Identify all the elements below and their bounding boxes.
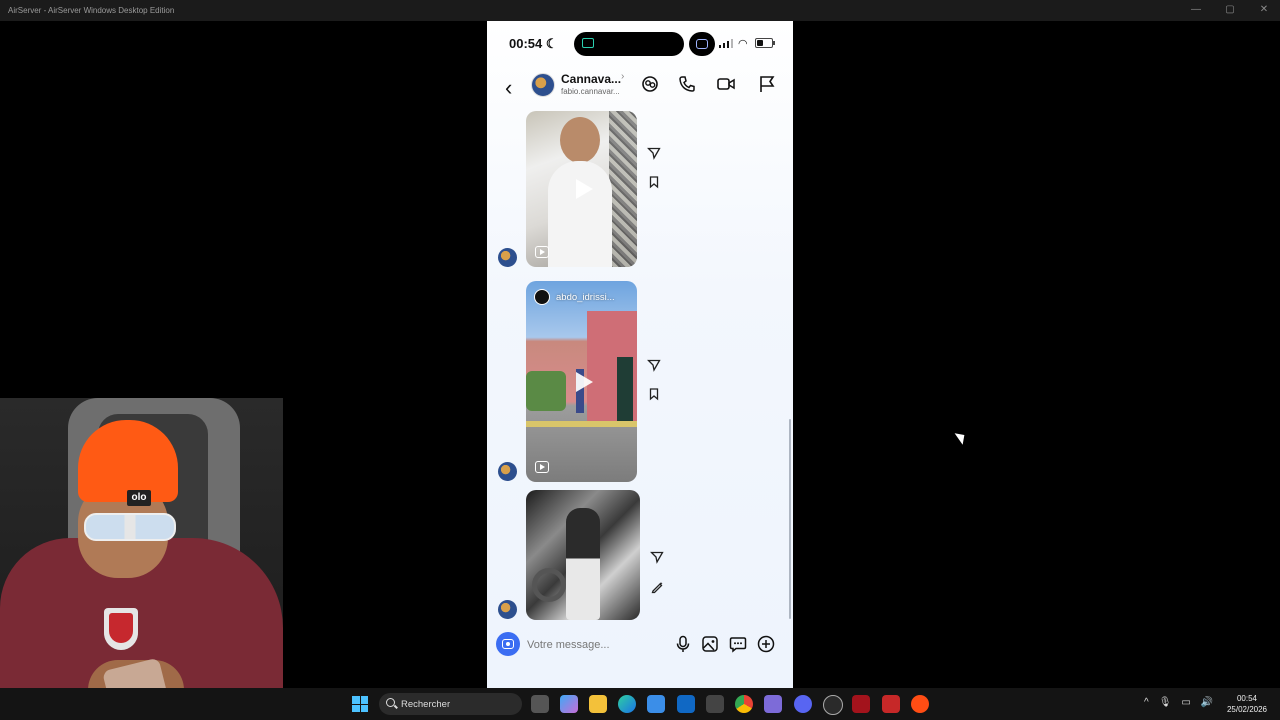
windows-start-icon[interactable]	[352, 696, 368, 712]
volume-icon[interactable]: 🔊	[1201, 697, 1213, 708]
system-tray: ^ 🎙 ▭ 🔊	[1144, 697, 1213, 708]
flag-icon[interactable]	[757, 74, 777, 94]
club-badge	[104, 608, 138, 650]
reel-thumbnail[interactable]	[526, 111, 637, 267]
outlook-icon[interactable]	[677, 695, 695, 713]
plus-icon[interactable]	[756, 634, 776, 654]
taskbar-clock[interactable]: 00:54 25/02/2026	[1222, 693, 1272, 715]
curb	[526, 421, 637, 427]
window-controls: — ▢ ✕	[1190, 4, 1270, 15]
microphone-icon[interactable]	[673, 634, 693, 654]
person-shirt	[548, 161, 612, 267]
avatar[interactable]	[531, 73, 555, 97]
airplay-icon	[582, 38, 594, 48]
chrome-icon[interactable]	[735, 695, 753, 713]
share-icon[interactable]	[647, 146, 661, 160]
window-titlebar: AirServer - AirServer Windows Desktop Ed…	[0, 0, 1280, 21]
person-head	[560, 117, 600, 163]
dynamic-island[interactable]	[574, 32, 684, 56]
scrollbar[interactable]	[789, 419, 791, 619]
taskbar-search[interactable]: Rechercher	[379, 693, 522, 715]
sticker-icon[interactable]	[640, 74, 660, 94]
play-icon[interactable]	[575, 179, 593, 199]
sender-avatar[interactable]	[498, 600, 517, 619]
person	[566, 508, 600, 620]
task-view-icon[interactable]	[531, 695, 549, 713]
play-icon[interactable]	[575, 371, 593, 392]
media-icon[interactable]	[706, 695, 724, 713]
minimize-button[interactable]: —	[1190, 4, 1202, 15]
share-icon[interactable]	[647, 358, 661, 372]
gallery-icon[interactable]	[700, 634, 720, 654]
chevron-left-icon[interactable]: ‹	[505, 76, 512, 100]
save-icon[interactable]	[647, 175, 661, 189]
webcam-overlay: olo	[0, 398, 283, 720]
taskbar: Rechercher ^ 🎙 ▭ 🔊 00:54 25/02/2026	[0, 688, 1280, 720]
save-icon[interactable]	[647, 387, 661, 401]
discord-icon[interactable]	[794, 695, 812, 713]
edit-icon[interactable]	[650, 580, 664, 594]
contact-username[interactable]: fabio.cannavar...	[561, 87, 620, 96]
plant	[526, 371, 566, 411]
ea-icon[interactable]	[911, 695, 929, 713]
search-label: Rechercher	[401, 699, 451, 710]
game-launcher-icon[interactable]	[882, 695, 900, 713]
sunglasses	[84, 513, 176, 541]
chevron-right-icon: ›	[621, 71, 625, 82]
reel-author[interactable]: abdo_idrissi...	[534, 289, 615, 305]
chat-header: ‹ Cannava... › fabio.cannavar...	[487, 69, 793, 109]
window-title: AirServer - AirServer Windows Desktop Ed…	[8, 6, 175, 15]
taskbar-date: 25/02/2026	[1226, 705, 1268, 714]
reel-icon	[535, 246, 549, 258]
background	[609, 111, 637, 267]
share-icon[interactable]	[650, 550, 664, 564]
message-input[interactable]	[525, 634, 669, 656]
screen-mirroring-icon[interactable]	[689, 32, 715, 56]
sender-avatar[interactable]	[498, 462, 517, 481]
edge-icon[interactable]	[618, 695, 636, 713]
taskbar-time: 00:54	[1236, 694, 1258, 703]
photo-thumbnail[interactable]	[526, 490, 640, 620]
search-icon	[386, 698, 395, 707]
phone-icon[interactable]	[677, 74, 697, 94]
wheel	[532, 568, 566, 602]
phone-screen: 00:54 ☾ ◠ ‹ Cannava... › fabio.cannavar.…	[487, 21, 793, 688]
status-bar: 00:54 ☾ ◠	[487, 21, 793, 67]
camera-icon[interactable]	[496, 632, 520, 656]
reel-icon	[535, 461, 549, 473]
acrobat-icon[interactable]	[852, 695, 870, 713]
battery-icon	[755, 38, 775, 48]
reel-thumbnail[interactable]: abdo_idrissi...	[526, 281, 637, 482]
obs-icon[interactable]	[823, 695, 843, 715]
mouse-cursor	[954, 429, 969, 445]
network-icon[interactable]: ▭	[1181, 697, 1190, 708]
chevron-up-icon[interactable]: ^	[1144, 697, 1149, 708]
contact-name[interactable]: Cannava...	[561, 72, 621, 86]
store-icon[interactable]	[647, 695, 665, 713]
maximize-button[interactable]: ▢	[1224, 4, 1236, 15]
sticker-chat-icon[interactable]	[728, 634, 748, 654]
reel-author-name: abdo_idrissi...	[556, 291, 615, 303]
copilot-icon[interactable]	[560, 695, 578, 713]
wifi-icon: ◠	[738, 38, 748, 50]
file-explorer-icon[interactable]	[589, 695, 607, 713]
sender-avatar[interactable]	[498, 248, 517, 267]
close-button[interactable]: ✕	[1258, 4, 1270, 15]
video-icon[interactable]	[716, 74, 736, 94]
gaming-icon[interactable]	[764, 695, 782, 713]
beanie-patch: olo	[127, 490, 151, 506]
message-composer	[495, 627, 785, 661]
author-avatar	[534, 289, 550, 305]
door	[617, 357, 633, 421]
status-time: 00:54 ☾	[509, 36, 558, 51]
microphone-icon[interactable]: 🎙	[1159, 697, 1172, 708]
signal-icon	[719, 39, 733, 48]
